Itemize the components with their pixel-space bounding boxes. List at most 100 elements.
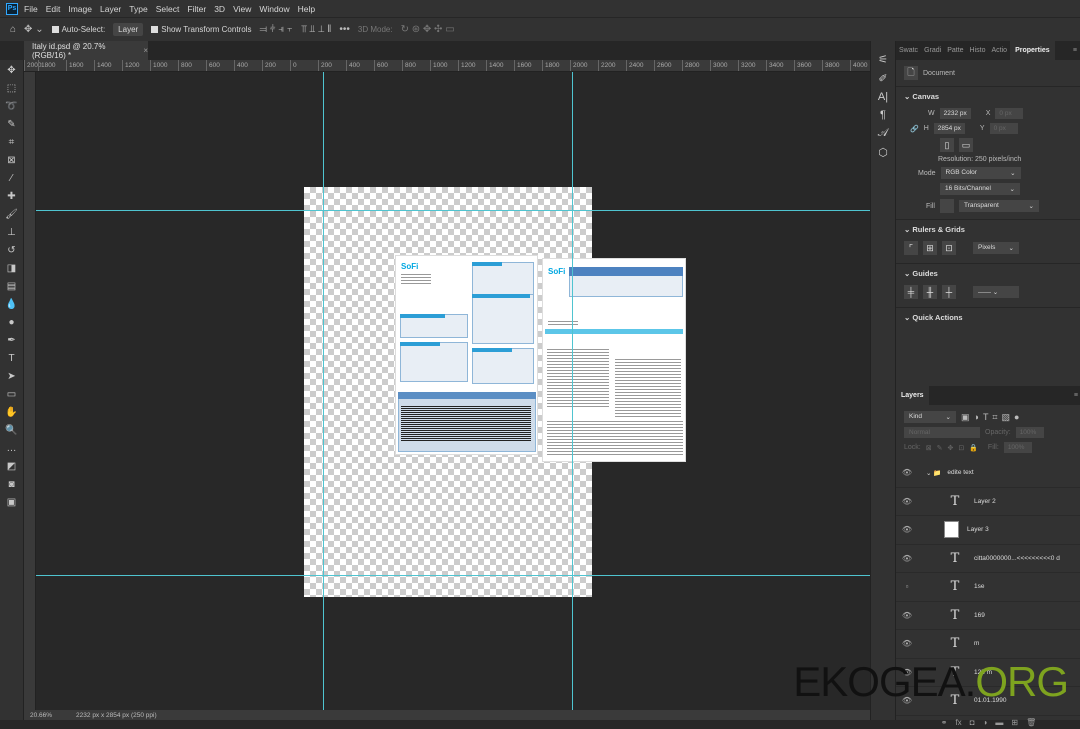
guide-style-dropdown[interactable]: —— ⌄ [973, 286, 1019, 298]
visibility-eye-icon[interactable]: 👁 [896, 497, 918, 506]
bit-depth-dropdown[interactable]: 16 Bits/Channel ⌄ [940, 183, 1020, 195]
width-input[interactable]: 2232 px [939, 108, 971, 119]
layer-fill-input[interactable]: 100% [1003, 442, 1032, 453]
lock-icons[interactable]: ⊠✎✥⊡🔒 [926, 444, 983, 452]
eyedropper-tool-icon[interactable]: ⁄ [11, 172, 13, 186]
layer-row[interactable]: 👁 Layer 3 [896, 516, 1080, 545]
quick-mask-icon[interactable]: ◙ [8, 478, 14, 492]
quick-select-tool-icon[interactable]: ✎ [7, 118, 15, 132]
brushes-icon[interactable]: ✐ [878, 72, 887, 85]
visibility-eye-icon[interactable]: 👁 [896, 639, 918, 648]
crop-tool-icon[interactable]: ⌗ [9, 136, 15, 150]
more-tools-icon[interactable]: … [7, 442, 17, 456]
link-dimensions-icon[interactable]: 🔗 [910, 125, 919, 133]
healing-tool-icon[interactable]: ✚ [7, 190, 15, 204]
menu-layer[interactable]: Layer [100, 4, 121, 14]
tab-layers[interactable]: Layers [896, 386, 929, 405]
layers-menu-icon[interactable]: ≡ [1071, 392, 1080, 399]
menu-select[interactable]: Select [156, 4, 180, 14]
brush-tool-icon[interactable]: 🖌 [5, 208, 18, 222]
close-tab-icon[interactable]: × [143, 46, 148, 55]
blend-mode-dropdown[interactable]: Normal [904, 427, 980, 438]
menu-3d[interactable]: 3D [214, 4, 225, 14]
guide-layout-icon[interactable]: ╪ [904, 285, 918, 299]
menu-filter[interactable]: Filter [187, 4, 206, 14]
home-icon[interactable]: ⌂ [10, 24, 16, 35]
move-tool-icon[interactable]: ✥ [7, 64, 15, 78]
filter-type-icons[interactable]: ▣◑T⌗▧● [961, 412, 1023, 423]
layer-filter-dropdown[interactable]: Kind ⌄ [904, 411, 956, 423]
fill-dropdown[interactable]: Transparent ⌄ [958, 200, 1039, 212]
visibility-eye-icon[interactable]: 👁 [896, 554, 918, 563]
more-options-icon[interactable]: ••• [339, 24, 350, 35]
rulers-grids-section-header[interactable]: ⌄ Rulers & Grids [896, 219, 1080, 239]
glyphs-icon[interactable]: 𝒜 [878, 127, 888, 140]
canvas-section-header[interactable]: ⌄ Canvas [896, 86, 1080, 106]
pixel-grid-icon[interactable]: ⊡ [942, 241, 956, 255]
pen-tool-icon[interactable]: ✒ [7, 334, 15, 348]
layer-row[interactable]: 👁 Tcitta0000000...<<<<<<<<<0 d [896, 545, 1080, 573]
panel-menu-icon[interactable]: ≡ [1070, 47, 1080, 54]
horizontal-ruler[interactable]: 2000 1800 1600 1400 1200 1000 800 600 400 200 0 200… [24, 60, 870, 72]
guide-vertical[interactable] [572, 72, 573, 710]
layer-row[interactable]: ▫ T 1se [896, 573, 1080, 602]
auto-select-dropdown[interactable]: Layer [113, 23, 144, 36]
menu-type[interactable]: Type [129, 4, 147, 14]
layer-row[interactable]: 👁 T Layer 2 [896, 488, 1080, 516]
layer-row[interactable]: 👁 Tm [896, 630, 1080, 659]
mode-dropdown[interactable]: RGB Color ⌄ [940, 167, 1021, 179]
move-tool-icon[interactable]: ✥ ⌄ [24, 24, 44, 35]
tab-properties[interactable]: Properties [1010, 41, 1055, 60]
visibility-eye-icon[interactable]: 👁 [896, 611, 918, 620]
menu-help[interactable]: Help [298, 4, 315, 14]
mask-icon[interactable]: ◘ [970, 718, 975, 727]
zoom-tool-icon[interactable]: 🔍 [5, 424, 17, 438]
ruler-icon[interactable]: ⌜ [904, 241, 918, 255]
guide-horizontal[interactable] [36, 575, 870, 576]
guides-section-header[interactable]: ⌄ Guides [896, 263, 1080, 283]
document-tab[interactable]: Italy id.psd @ 20.7% (RGB/16) * × [24, 41, 148, 60]
menu-file[interactable]: File [24, 4, 38, 14]
show-transform-checkbox[interactable]: Show Transform Controls [151, 25, 251, 34]
menu-view[interactable]: View [233, 4, 251, 14]
color-swatches-icon[interactable]: ◩ [7, 460, 16, 474]
guide-vertical[interactable] [323, 72, 324, 710]
screen-mode-icon[interactable]: ▣ [7, 496, 16, 510]
marquee-tool-icon[interactable]: ⬚ [7, 82, 16, 96]
tab-actions[interactable]: Actio [989, 47, 1011, 54]
zoom-level[interactable]: 20.66% [30, 712, 52, 719]
fx-icon[interactable]: fx [955, 718, 961, 727]
3d-icon[interactable]: ⬡ [878, 146, 888, 159]
layer-row[interactable]: 👁 T 169 [896, 602, 1080, 630]
stamp-tool-icon[interactable]: ⊥ [7, 226, 16, 240]
new-guide-icon[interactable]: ╫ [923, 285, 937, 299]
tab-gradients[interactable]: Gradi [921, 47, 944, 54]
lasso-tool-icon[interactable]: ➰ [5, 100, 17, 114]
frame-tool-icon[interactable]: ⊠ [7, 154, 15, 168]
grid-icon[interactable]: ⊞ [923, 241, 937, 255]
menu-image[interactable]: Image [68, 4, 92, 14]
paragraph-icon[interactable]: ¶ [880, 109, 886, 121]
tab-swatches[interactable]: Swatc [896, 47, 921, 54]
adjustment-icon[interactable]: ◑ [983, 718, 988, 727]
history-brush-icon[interactable]: ↺ [7, 244, 15, 258]
link-layers-icon[interactable]: ⚭ [941, 718, 948, 727]
visibility-eye-icon[interactable]: 👁 [896, 468, 918, 477]
portrait-orientation-icon[interactable]: ▯ [940, 138, 954, 152]
path-select-icon[interactable]: ➤ [7, 370, 15, 384]
new-layer-icon[interactable]: ⊞ [1011, 718, 1018, 727]
visibility-eye-icon[interactable]: ▫ [896, 582, 918, 591]
height-input[interactable]: 2854 px [933, 123, 965, 134]
landscape-orientation-icon[interactable]: ▭ [959, 138, 973, 152]
vertical-ruler[interactable] [24, 72, 36, 710]
shape-tool-icon[interactable]: ▭ [7, 388, 16, 402]
new-group-icon[interactable]: ▬ [995, 718, 1003, 727]
tab-history[interactable]: Histo [967, 47, 989, 54]
tab-patterns[interactable]: Patte [944, 47, 966, 54]
align-icons[interactable]: ⫤ ⫩ ⫣ ⫟ ⫪ ⫫ ⊥ ‖ [259, 24, 331, 35]
y-input[interactable]: 0 px [989, 123, 1018, 134]
visibility-eye-icon[interactable]: 👁 [896, 525, 918, 534]
auto-select-checkbox[interactable]: Auto-Select: [51, 25, 105, 34]
opacity-input[interactable]: 100% [1015, 427, 1044, 438]
character-icon[interactable]: A| [878, 91, 888, 103]
